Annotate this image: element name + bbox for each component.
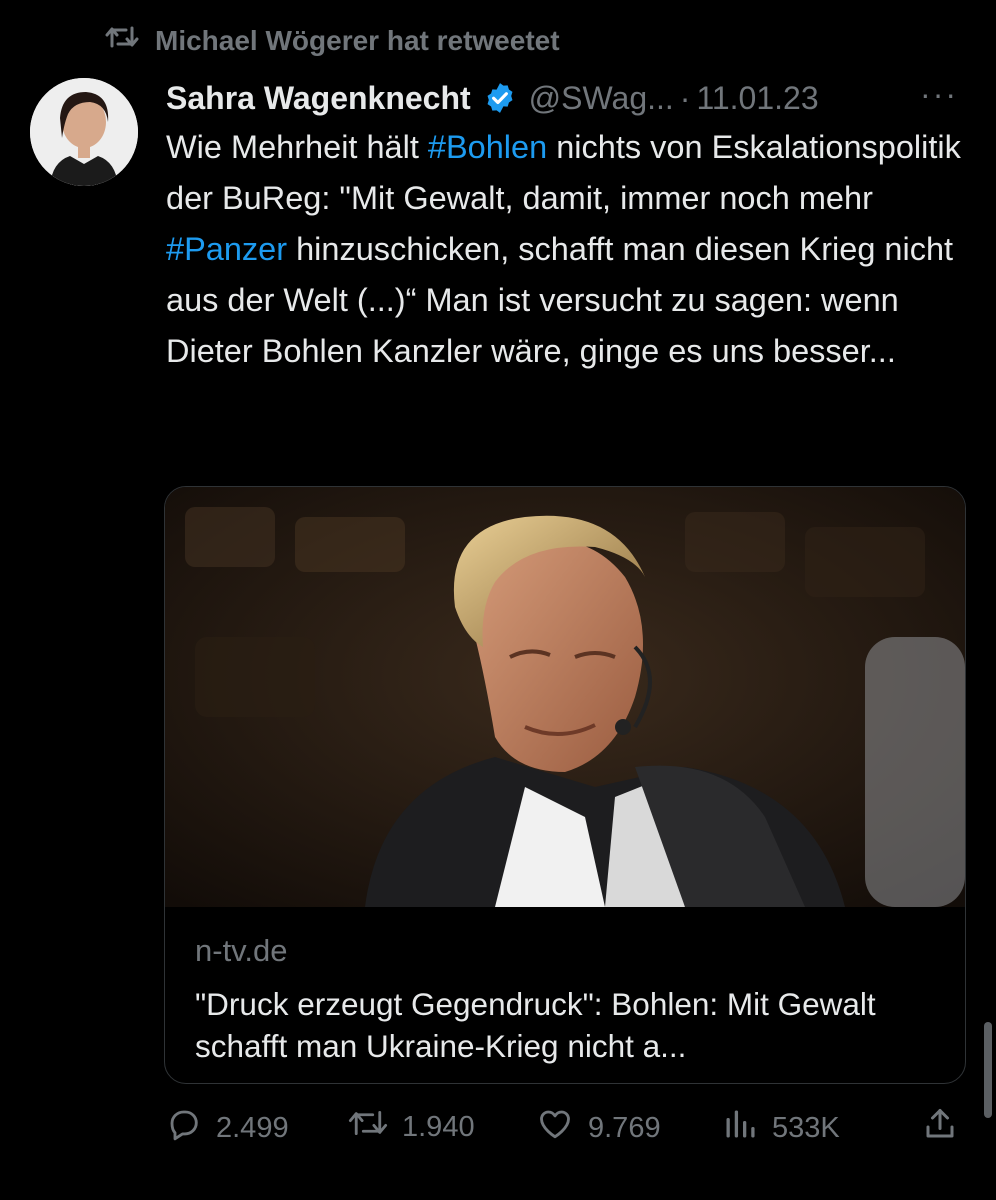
views-button[interactable]: 533K: [722, 1106, 840, 1150]
hashtag-bohlen[interactable]: #Bohlen: [428, 129, 547, 165]
share-icon: [922, 1106, 958, 1150]
like-icon: [536, 1106, 574, 1150]
tweet-date[interactable]: 11.01.23: [696, 80, 818, 117]
card-title: "Druck erzeugt Gegendruck": Bohlen: Mit …: [195, 986, 876, 1064]
reply-icon: [166, 1106, 202, 1150]
verified-badge-icon: [483, 81, 517, 115]
hashtag-panzer[interactable]: #Panzer: [166, 231, 287, 267]
profile-photo: [30, 78, 138, 186]
views-icon: [722, 1106, 758, 1150]
retweet-icon: [105, 24, 139, 57]
separator: ·: [679, 79, 691, 116]
link-preview-card[interactable]: n-tv.de "Druck erzeugt Gegendruck": Bohl…: [164, 486, 966, 1084]
retweet-icon: [348, 1106, 388, 1148]
reply-count: 2.499: [216, 1111, 289, 1144]
like-count: 9.769: [588, 1111, 661, 1144]
share-button[interactable]: [922, 1106, 958, 1150]
text-segment: Wie Mehrheit hält: [166, 129, 428, 165]
author-handle[interactable]: @SWag...: [529, 80, 674, 117]
reply-button[interactable]: 2.499: [166, 1106, 289, 1150]
retweet-context[interactable]: Michael Wögerer hat retweetet: [105, 24, 560, 57]
card-domain: n-tv.de: [195, 933, 288, 968]
retweet-count: 1.940: [402, 1110, 475, 1143]
scrollbar[interactable]: [984, 1022, 992, 1118]
more-icon[interactable]: ···: [920, 76, 958, 113]
avatar[interactable]: [30, 78, 138, 186]
author-name[interactable]: Sahra Wagenknecht: [166, 80, 471, 117]
tweet-text: Wie Mehrheit hält #Bohlen nichts von Esk…: [166, 122, 966, 377]
card-image: [165, 487, 965, 907]
tweet-header: Sahra Wagenknecht @SWag... · 11.01.23 ··…: [166, 76, 966, 120]
views-count: 533K: [772, 1111, 840, 1144]
like-button[interactable]: 9.769: [536, 1106, 661, 1150]
retweet-label: Michael Wögerer hat retweetet: [155, 24, 560, 56]
action-bar: 2.499 1.940 9.769 533K: [166, 1106, 966, 1152]
retweet-button[interactable]: 1.940: [348, 1106, 475, 1148]
